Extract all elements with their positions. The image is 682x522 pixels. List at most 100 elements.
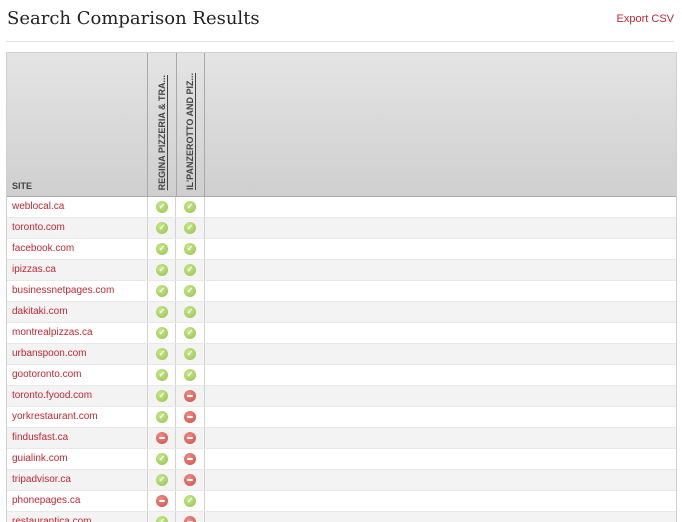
- check-circle-icon: ✓: [184, 369, 196, 381]
- status-cell-b: ✓: [176, 239, 204, 259]
- site-link[interactable]: urbanspoon.com: [12, 344, 87, 364]
- column-header-b-label[interactable]: IL'PANZEROTTO AND PIZ...: [185, 73, 195, 190]
- title-divider: [6, 41, 674, 42]
- status-cell-a: ✓: [148, 365, 176, 385]
- site-link[interactable]: toronto.fyood.com: [12, 386, 92, 406]
- check-circle-icon: ✓: [184, 327, 196, 339]
- status-cell-a: ✓: [148, 344, 176, 364]
- minus-circle-icon: [156, 432, 168, 444]
- minus-circle-icon: [184, 432, 196, 444]
- site-link[interactable]: yorkrestaurant.com: [12, 407, 98, 427]
- status-cell-a: [148, 491, 176, 511]
- table-body: weblocal.ca ✓ ✓ toronto.com ✓ ✓ facebook.com ✓ ✓…: [7, 197, 676, 522]
- status-cell-a: ✓: [148, 407, 176, 427]
- status-cell-a: ✓: [148, 281, 176, 301]
- table-row: weblocal.ca ✓ ✓: [7, 197, 676, 218]
- status-cell-a: ✓: [148, 260, 176, 280]
- column-header-a[interactable]: REGINA PIZZERIA & TRA...: [147, 53, 177, 196]
- check-circle-icon: ✓: [184, 306, 196, 318]
- status-cell-a: ✓: [148, 197, 176, 217]
- column-header-b[interactable]: IL'PANZEROTTO AND PIZ...: [176, 53, 205, 196]
- check-circle-icon: ✓: [156, 327, 168, 339]
- site-link[interactable]: businessnetpages.com: [12, 281, 114, 301]
- check-circle-icon: ✓: [156, 390, 168, 402]
- site-link[interactable]: gootoronto.com: [12, 365, 82, 385]
- minus-circle-icon: [184, 516, 196, 522]
- minus-circle-icon: [184, 453, 196, 465]
- status-cell-b: [176, 449, 204, 469]
- status-cell-b: ✓: [176, 281, 204, 301]
- minus-circle-icon: [184, 411, 196, 423]
- table-row: facebook.com ✓ ✓: [7, 239, 676, 260]
- site-link[interactable]: weblocal.ca: [12, 197, 64, 217]
- site-link[interactable]: findusfast.ca: [12, 428, 68, 448]
- check-circle-icon: ✓: [184, 264, 196, 276]
- check-circle-icon: ✓: [156, 516, 168, 522]
- column-header-a-label[interactable]: REGINA PIZZERIA & TRA...: [157, 75, 167, 190]
- table-row: yorkrestaurant.com ✓: [7, 407, 676, 428]
- status-cell-a: ✓: [148, 386, 176, 406]
- check-circle-icon: ✓: [184, 495, 196, 507]
- status-cell-b: ✓: [176, 197, 204, 217]
- check-circle-icon: ✓: [184, 348, 196, 360]
- table-row: dakitaki.com ✓ ✓: [7, 302, 676, 323]
- status-cell-a: ✓: [148, 323, 176, 343]
- table-header: SITE REGINA PIZZERIA & TRA... IL'PANZERO…: [7, 53, 676, 197]
- table-row: guialink.com ✓: [7, 449, 676, 470]
- minus-circle-icon: [184, 474, 196, 486]
- status-cell-b: ✓: [176, 344, 204, 364]
- status-cell-b: ✓: [176, 260, 204, 280]
- check-circle-icon: ✓: [156, 285, 168, 297]
- check-circle-icon: ✓: [184, 285, 196, 297]
- check-circle-icon: ✓: [156, 411, 168, 423]
- check-circle-icon: ✓: [156, 264, 168, 276]
- site-link[interactable]: montrealpizzas.ca: [12, 323, 93, 343]
- check-circle-icon: ✓: [156, 474, 168, 486]
- check-circle-icon: ✓: [156, 306, 168, 318]
- site-link[interactable]: tripadvisor.ca: [12, 470, 71, 490]
- check-circle-icon: ✓: [156, 243, 168, 255]
- status-cell-b: ✓: [176, 218, 204, 238]
- table-row: montrealpizzas.ca ✓ ✓: [7, 323, 676, 344]
- page-title: Search Comparison Results: [7, 8, 260, 29]
- minus-circle-icon: [184, 390, 196, 402]
- table-row: urbanspoon.com ✓ ✓: [7, 344, 676, 365]
- check-circle-icon: ✓: [156, 369, 168, 381]
- check-circle-icon: ✓: [156, 348, 168, 360]
- table-row: tripadvisor.ca ✓: [7, 470, 676, 491]
- check-circle-icon: ✓: [184, 243, 196, 255]
- site-link[interactable]: dakitaki.com: [12, 302, 68, 322]
- table-row: gootoronto.com ✓ ✓: [7, 365, 676, 386]
- status-cell-a: ✓: [148, 470, 176, 490]
- status-cell-b: ✓: [176, 365, 204, 385]
- table-row: toronto.fyood.com ✓: [7, 386, 676, 407]
- check-circle-icon: ✓: [156, 201, 168, 213]
- site-link[interactable]: facebook.com: [12, 239, 74, 259]
- status-cell-a: [148, 428, 176, 448]
- export-csv-link[interactable]: Export CSV: [617, 13, 674, 25]
- status-cell-b: [176, 386, 204, 406]
- site-link[interactable]: toronto.com: [12, 218, 65, 238]
- status-cell-b: ✓: [176, 302, 204, 322]
- site-link[interactable]: phonepages.ca: [12, 491, 80, 511]
- status-cell-a: ✓: [148, 302, 176, 322]
- table-row: findusfast.ca: [7, 428, 676, 449]
- check-circle-icon: ✓: [156, 222, 168, 234]
- status-cell-b: [176, 470, 204, 490]
- site-link[interactable]: ipizzas.ca: [12, 260, 56, 280]
- status-cell-a: ✓: [148, 239, 176, 259]
- status-cell-a: ✓: [148, 449, 176, 469]
- status-cell-b: [176, 428, 204, 448]
- comparison-table: SITE REGINA PIZZERIA & TRA... IL'PANZERO…: [6, 52, 677, 522]
- minus-circle-icon: [156, 495, 168, 507]
- status-cell-b: ✓: [176, 491, 204, 511]
- status-cell-b: [176, 407, 204, 427]
- table-row: ipizzas.ca ✓ ✓: [7, 260, 676, 281]
- status-cell-b: ✓: [176, 323, 204, 343]
- status-cell-a: ✓: [148, 218, 176, 238]
- column-header-site: SITE: [12, 181, 33, 191]
- check-circle-icon: ✓: [184, 222, 196, 234]
- check-circle-icon: ✓: [184, 201, 196, 213]
- check-circle-icon: ✓: [156, 453, 168, 465]
- site-link[interactable]: guialink.com: [12, 449, 68, 469]
